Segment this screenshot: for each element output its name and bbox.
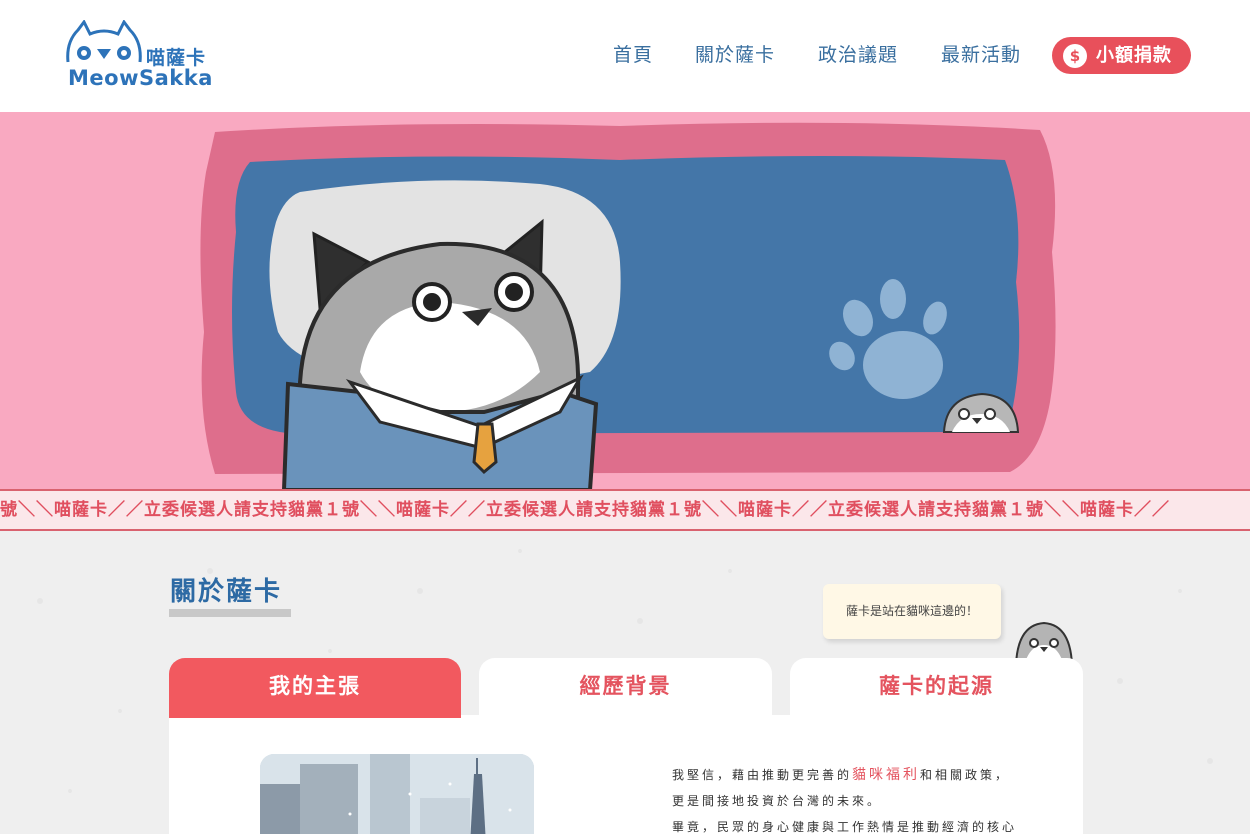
city-skyline-image bbox=[260, 754, 534, 834]
nav-about[interactable]: 關於薩卡 bbox=[695, 38, 775, 72]
para-line-2: 更是間接地投資於台灣的未來。 bbox=[672, 794, 883, 808]
para-line-1b: 和相關政策， bbox=[920, 768, 1011, 782]
speech-bubble: 薩卡是站在貓咪這邊的！ bbox=[823, 584, 1001, 639]
nav-issues[interactable]: 政治議題 bbox=[818, 38, 898, 72]
about-section: 關於薩卡 薩卡是站在貓咪這邊的！ 我的主張 經歷背景 薩卡的起源 我堅信，藉由推… bbox=[0, 531, 1250, 834]
dollar-coin-icon: $ bbox=[1063, 44, 1087, 68]
section-title: 關於薩卡 bbox=[170, 577, 283, 607]
tab-my-stance[interactable]: 我的主張 bbox=[169, 658, 461, 718]
city-illustration bbox=[260, 754, 534, 834]
para-line-1: 我堅信，藉由推動更完善的貓咪福利和相關政策， bbox=[672, 764, 1010, 784]
tab-origin[interactable]: 薩卡的起源 bbox=[790, 658, 1083, 718]
announcement-ticker: 號＼＼喵薩卡／／立委候選人請支持貓黨１號＼＼喵薩卡／／立委候選人請支持貓黨１號＼… bbox=[0, 489, 1250, 531]
hero-banner bbox=[0, 112, 1250, 490]
donate-button[interactable]: $ 小額捐款 bbox=[1052, 37, 1191, 74]
site-header: 喵薩卡 MeowSakka 首頁 關於薩卡 政治議題 最新活動 $ 小額捐款 bbox=[0, 0, 1250, 112]
para-line-3: 畢竟，民眾的身心健康與工作熱情是推動經濟的核心 bbox=[672, 820, 1018, 834]
nav-home[interactable]: 首頁 bbox=[613, 38, 653, 72]
hero-illustration bbox=[200, 122, 1056, 490]
cat-logo-icon bbox=[66, 20, 142, 63]
ticker-text: 號＼＼喵薩卡／／立委候選人請支持貓黨１號＼＼喵薩卡／／立委候選人請支持貓黨１號＼… bbox=[0, 500, 1170, 520]
title-underline bbox=[169, 609, 291, 617]
para-line-1a: 我堅信，藉由推動更完善的 bbox=[672, 768, 853, 782]
logo-english-name: MeowSakka bbox=[68, 66, 213, 90]
donate-label: 小額捐款 bbox=[1096, 45, 1172, 66]
speech-bubble-text: 薩卡是站在貓咪這邊的！ bbox=[845, 604, 978, 618]
tab-background[interactable]: 經歷背景 bbox=[479, 658, 772, 718]
nav-events[interactable]: 最新活動 bbox=[941, 38, 1021, 72]
highlight-cat-welfare: 貓咪福利 bbox=[852, 767, 921, 783]
